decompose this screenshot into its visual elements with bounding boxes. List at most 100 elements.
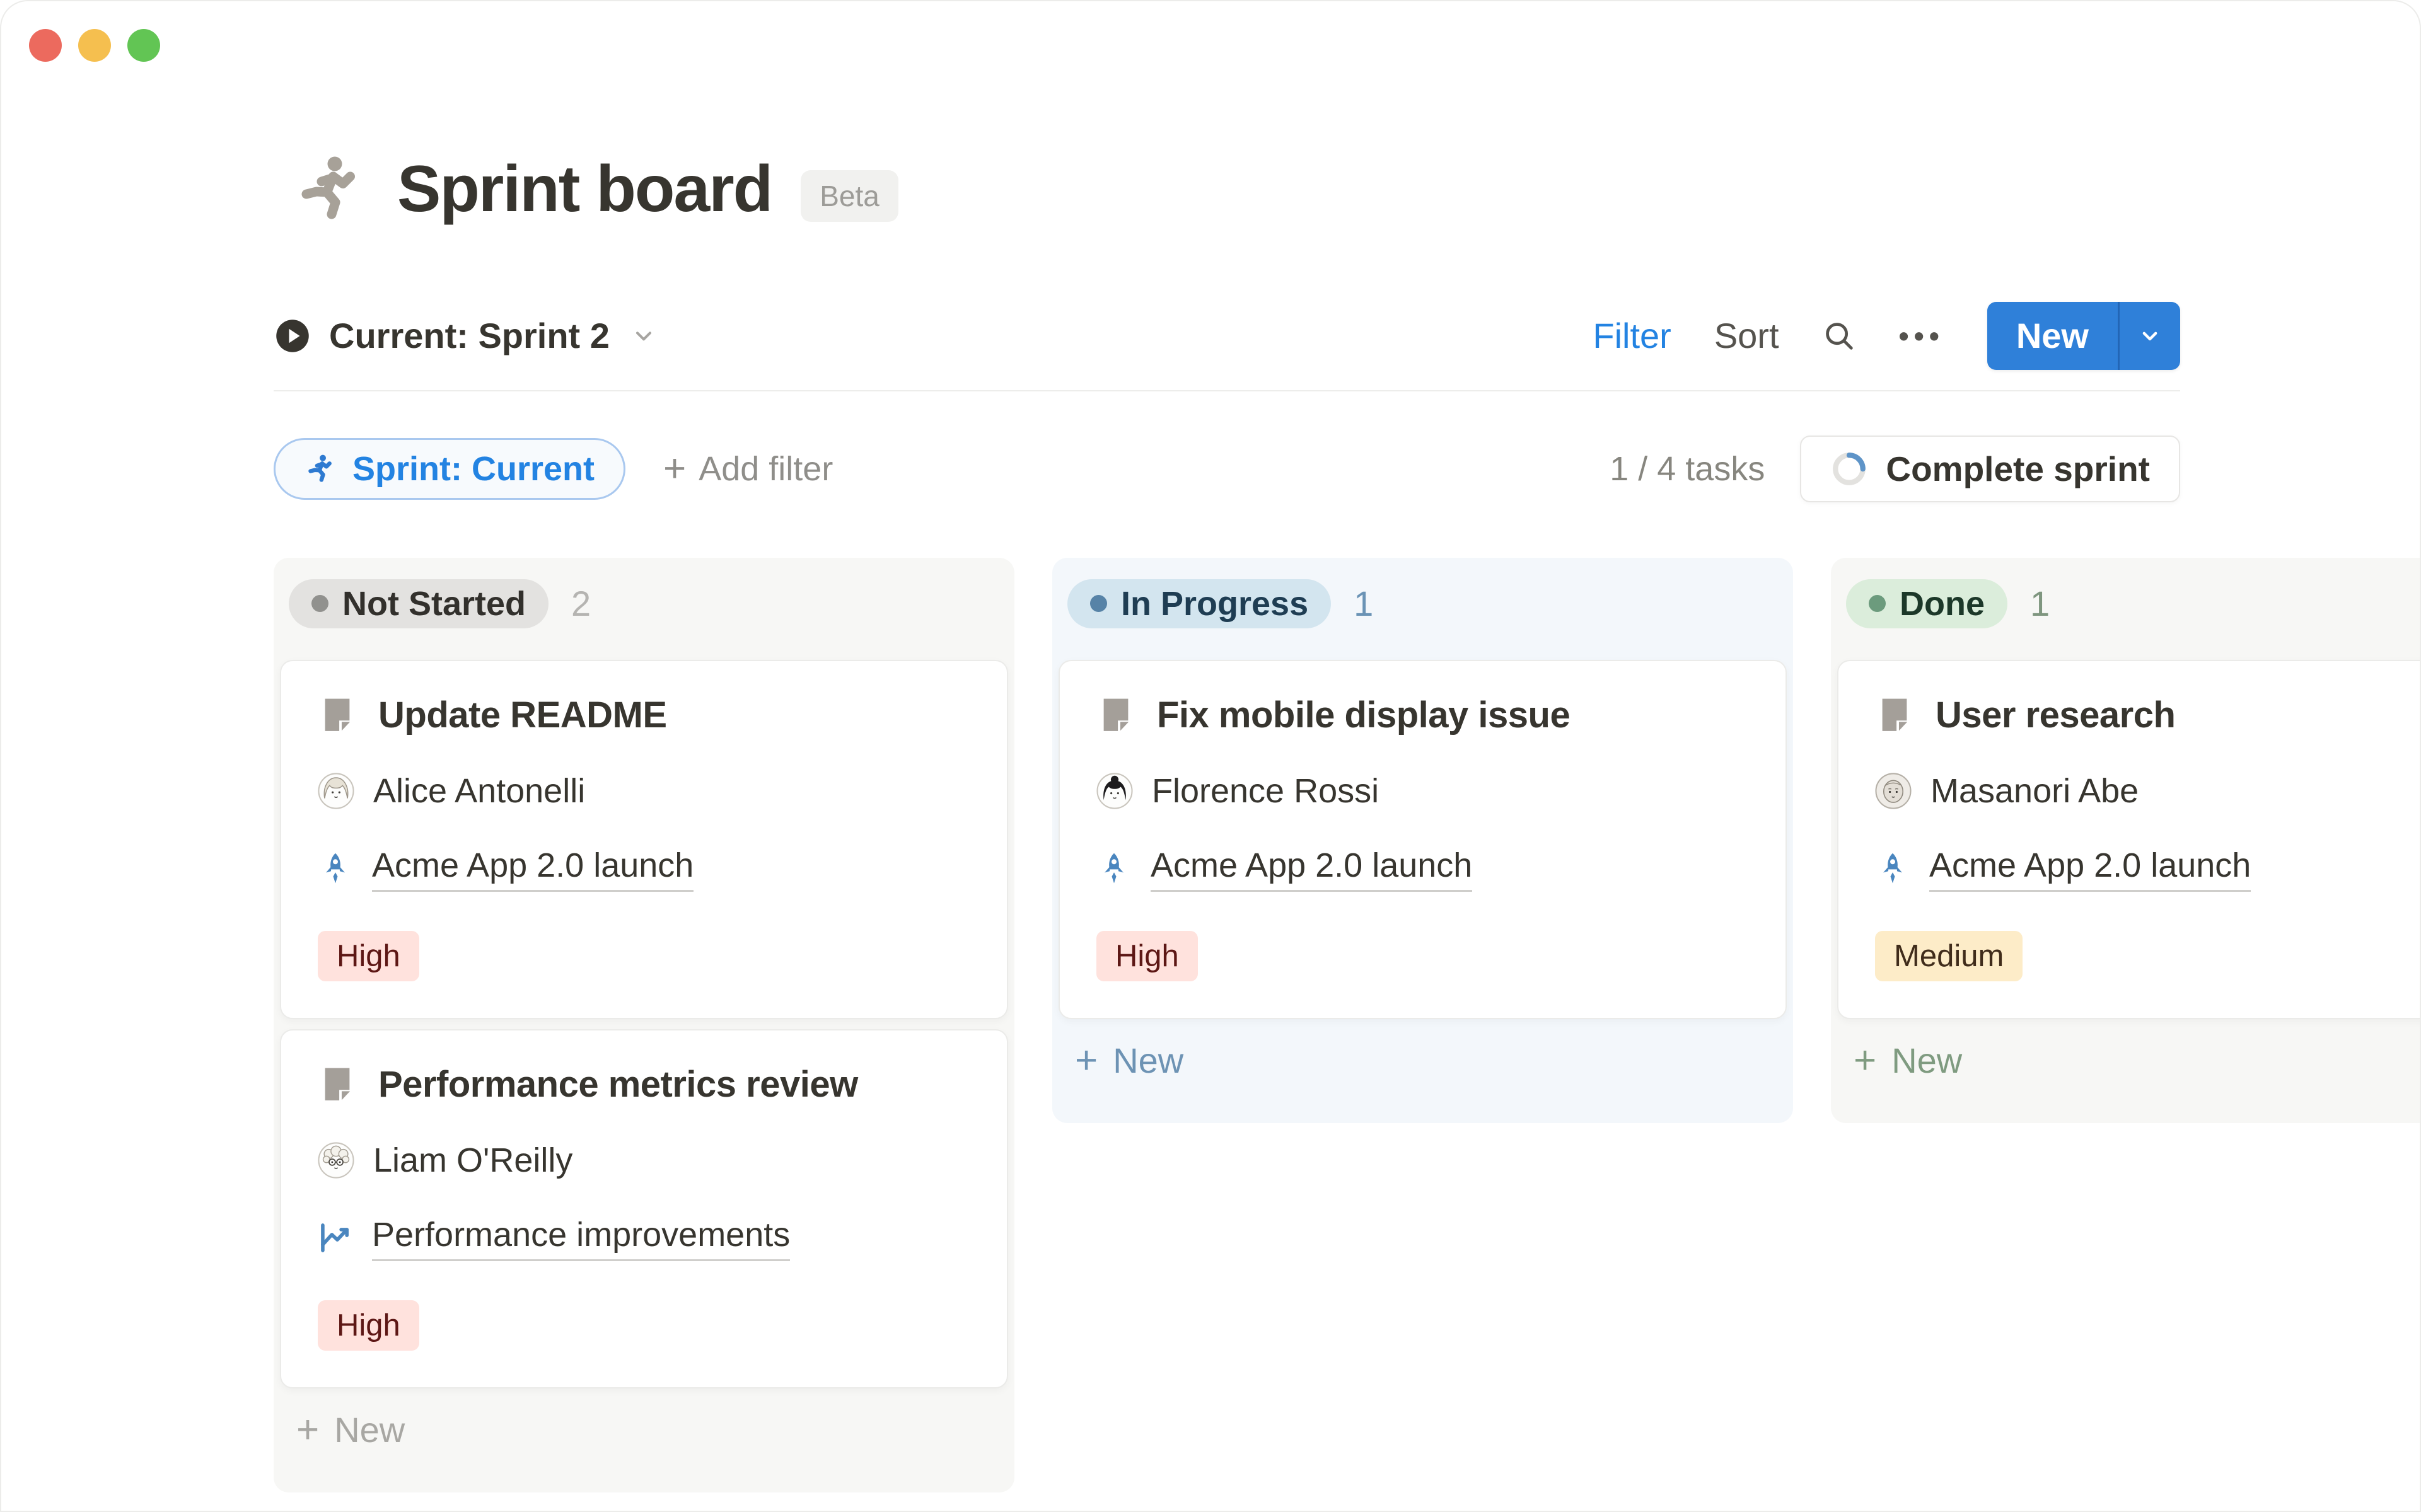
card-assignee-row: Florence Rossi (1096, 771, 1749, 811)
column-header: In Progress 1 (1067, 579, 1787, 628)
column-title: In Progress (1121, 584, 1308, 623)
play-icon (274, 317, 311, 355)
column-title: Done (1900, 584, 1985, 623)
add-filter-label: Add filter (699, 449, 833, 488)
column-new-button[interactable]: + New (296, 1407, 1008, 1452)
new-card-label: New (334, 1409, 405, 1450)
card-badge-row: High (1096, 931, 1749, 981)
zoom-button[interactable] (127, 29, 160, 62)
runner-icon (305, 453, 337, 485)
page-icon (1096, 695, 1135, 734)
column-cards: User research Masanori Abe Acme App 2.0 … (1837, 660, 2421, 1019)
plus-icon: + (296, 1407, 319, 1452)
task-card[interactable]: Update README Alice Antonelli Acme App 2… (280, 660, 1008, 1019)
avatar-alice (318, 773, 354, 809)
card-project-link[interactable]: Acme App 2.0 launch (372, 846, 694, 892)
runner-icon[interactable] (293, 151, 368, 227)
filter-bar: Sprint: Current + Add filter 1 / 4 tasks… (274, 436, 2180, 502)
status-dot-icon (1869, 595, 1886, 612)
sort-button[interactable]: Sort (1714, 315, 1779, 356)
card-project-row: Acme App 2.0 launch (318, 846, 970, 892)
sprint-filter-chip[interactable]: Sprint: Current (274, 438, 625, 500)
page-icon (318, 1065, 357, 1104)
card-title-row: Fix mobile display issue (1096, 694, 1749, 736)
task-card[interactable]: Performance metrics review Liam O'Reilly… (280, 1029, 1008, 1388)
sprint-filter-label: Sprint: Current (352, 449, 595, 488)
filter-button[interactable]: Filter (1593, 315, 1671, 356)
search-icon[interactable] (1822, 319, 1856, 353)
card-title: Update README (378, 694, 667, 736)
view-toolbar: Current: Sprint 2 Filter Sort ••• New (274, 302, 2180, 391)
column-status-pill[interactable]: Not Started (289, 579, 549, 628)
new-button[interactable]: New (1987, 302, 2180, 370)
view-selector[interactable]: Current: Sprint 2 (274, 315, 656, 356)
beta-badge: Beta (801, 170, 898, 222)
status-dot-icon (311, 595, 328, 612)
card-project-link[interactable]: Acme App 2.0 launch (1929, 846, 2251, 892)
card-title-row: Update README (318, 694, 970, 736)
board: Not Started 2 Update README Alice Antone… (274, 558, 2421, 1512)
task-card[interactable]: User research Masanori Abe Acme App 2.0 … (1837, 660, 2421, 1019)
task-progress: 1 / 4 tasks (1610, 449, 1765, 488)
priority-badge: High (318, 931, 419, 981)
complete-sprint-button[interactable]: Complete sprint (1800, 436, 2180, 502)
plus-icon: + (1075, 1038, 1098, 1083)
board-column: Not Started 2 Update README Alice Antone… (274, 558, 1014, 1492)
column-header: Done 1 (1846, 579, 2421, 628)
ellipsis-icon[interactable]: ••• (1899, 319, 1944, 353)
minimize-button[interactable] (78, 29, 111, 62)
column-status-pill[interactable]: In Progress (1067, 579, 1331, 628)
card-title: Fix mobile display issue (1157, 694, 1570, 736)
column-new-button[interactable]: + New (1075, 1038, 1787, 1083)
column-new-button[interactable]: + New (1854, 1038, 2421, 1083)
card-title: Performance metrics review (378, 1063, 858, 1105)
card-badge-row: High (318, 931, 970, 981)
task-card[interactable]: Fix mobile display issue Florence Rossi … (1059, 660, 1787, 1019)
card-assignee-row: Masanori Abe (1875, 771, 2421, 811)
priority-badge: High (318, 1300, 419, 1351)
card-assignee: Florence Rossi (1152, 771, 1379, 811)
rocket-icon (318, 851, 353, 886)
add-filter-button[interactable]: + Add filter (663, 446, 833, 491)
toolbar-actions: Filter Sort ••• New (1593, 302, 2180, 370)
close-button[interactable] (29, 29, 62, 62)
column-cards: Update README Alice Antonelli Acme App 2… (280, 660, 1008, 1388)
avatar-masanori (1875, 773, 1912, 809)
new-button-chevron-icon[interactable] (2120, 302, 2180, 370)
avatar-liam (318, 1142, 354, 1179)
page-header: Sprint board Beta (293, 151, 2180, 228)
rocket-icon (1875, 851, 1910, 886)
app-window: Sprint board Beta Current: Sprint 2 Filt… (0, 0, 2421, 1512)
chart-icon (318, 1220, 353, 1255)
card-project-link[interactable]: Performance improvements (372, 1215, 790, 1261)
plus-icon: + (663, 446, 686, 491)
new-card-label: New (1891, 1040, 1962, 1081)
column-cards: Fix mobile display issue Florence Rossi … (1059, 660, 1787, 1019)
plus-icon: + (1854, 1038, 1876, 1083)
progress-ring-icon (1830, 450, 1868, 488)
new-button-label[interactable]: New (1987, 302, 2118, 370)
card-assignee: Liam O'Reilly (373, 1141, 572, 1180)
card-assignee: Alice Antonelli (373, 771, 585, 811)
board-column: In Progress 1 Fix mobile display issue F… (1052, 558, 1793, 1123)
status-dot-icon (1090, 595, 1107, 612)
card-assignee-row: Liam O'Reilly (318, 1141, 970, 1180)
column-status-pill[interactable]: Done (1846, 579, 2007, 628)
priority-badge: Medium (1875, 931, 2023, 981)
card-title-row: User research (1875, 694, 2421, 736)
column-title: Not Started (342, 584, 526, 623)
card-project-row: Acme App 2.0 launch (1096, 846, 1749, 892)
column-header: Not Started 2 (289, 579, 1008, 628)
new-card-label: New (1113, 1040, 1183, 1081)
card-project-row: Acme App 2.0 launch (1875, 846, 2421, 892)
page-title[interactable]: Sprint board (397, 151, 772, 228)
column-count: 1 (1354, 583, 1373, 624)
card-project-row: Performance improvements (318, 1215, 970, 1261)
board-column: Done 1 User research Masanori Abe Acme A… (1831, 558, 2421, 1123)
card-project-link[interactable]: Acme App 2.0 launch (1151, 846, 1472, 892)
avatar-florence (1096, 773, 1133, 809)
column-count: 2 (571, 583, 591, 624)
page-icon (318, 695, 357, 734)
column-count: 1 (2030, 583, 2050, 624)
complete-sprint-label: Complete sprint (1886, 449, 2150, 489)
